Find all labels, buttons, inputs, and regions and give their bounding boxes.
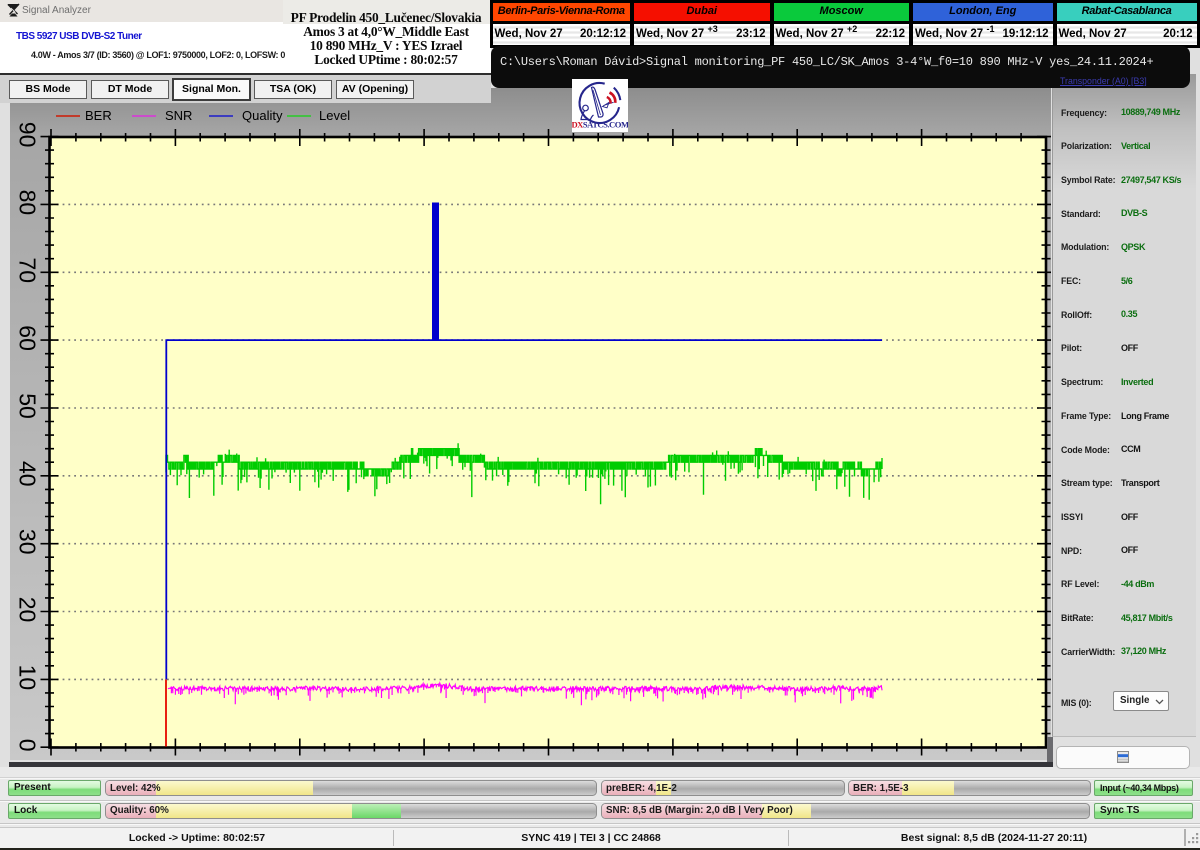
svg-text:30: 30 (14, 529, 40, 555)
svg-text:20: 20 (14, 597, 40, 623)
svg-text:90: 90 (14, 122, 40, 148)
svg-text:0: 0 (14, 739, 40, 752)
svg-text:70: 70 (14, 258, 40, 284)
svg-text:10: 10 (14, 665, 40, 691)
svg-text:DXSATCS.COM: DXSATCS.COM (572, 120, 628, 130)
svg-text:40: 40 (14, 461, 40, 487)
svg-text:50: 50 (14, 393, 40, 419)
svg-text:60: 60 (14, 325, 40, 351)
svg-text:80: 80 (14, 190, 40, 216)
